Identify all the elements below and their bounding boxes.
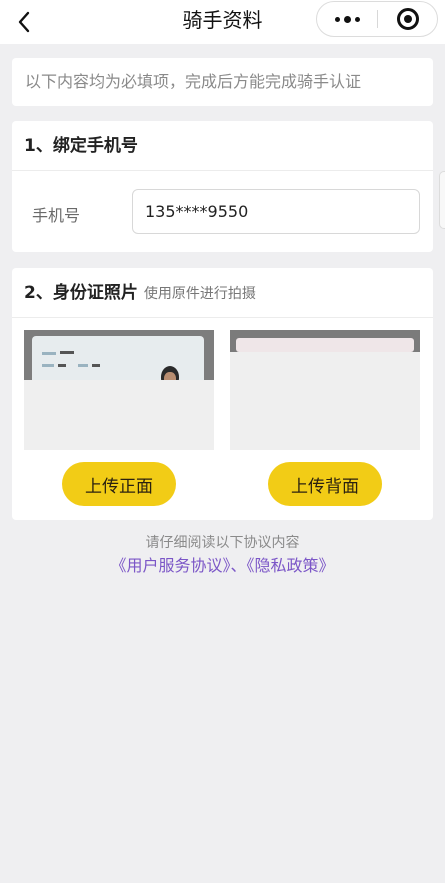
id-back-photo[interactable] bbox=[230, 330, 420, 450]
mini-program-capsule bbox=[316, 1, 438, 37]
id-section-title: 2、身份证照片 bbox=[24, 283, 138, 303]
upload-back-button[interactable]: 上传背面 bbox=[268, 462, 382, 506]
more-dots-icon bbox=[334, 15, 360, 23]
agreement-separator: 、 bbox=[230, 556, 247, 575]
agreement-note: 请仔细阅读以下协议内容 bbox=[145, 535, 300, 551]
side-drawer-handle[interactable] bbox=[439, 171, 445, 229]
phone-section: 1、绑定手机号 手机号 bbox=[12, 121, 433, 252]
more-button[interactable] bbox=[317, 2, 377, 36]
upload-front-button[interactable]: 上传正面 bbox=[62, 462, 176, 506]
id-photo-section: 2、身份证照片 使用原件进行拍摄 上传正面 上传背面 bbox=[12, 268, 433, 520]
user-service-agreement-link[interactable]: 《用户服务协议》 bbox=[110, 556, 230, 575]
close-button[interactable] bbox=[378, 2, 438, 36]
id-section-header: 2、身份证照片 使用原件进行拍摄 bbox=[12, 268, 433, 318]
privacy-policy-link[interactable]: 《隐私政策》 bbox=[247, 556, 335, 575]
target-circle-icon bbox=[397, 8, 419, 30]
id-section-hint: 使用原件进行拍摄 bbox=[143, 286, 256, 302]
phone-section-title: 1、绑定手机号 bbox=[12, 121, 433, 171]
required-notice: 以下内容均为必填项，完成后方能完成骑手认证 bbox=[12, 58, 433, 106]
agreement-links: 《用户服务协议》、《隐私政策》 bbox=[0, 554, 445, 578]
nav-bar: 骑手资料 bbox=[0, 0, 445, 44]
id-card-back-graphic bbox=[236, 338, 414, 352]
agreement-block: 请仔细阅读以下协议内容 《用户服务协议》、《隐私政策》 bbox=[0, 534, 445, 578]
id-front-photo[interactable] bbox=[24, 330, 214, 450]
phone-input[interactable] bbox=[132, 189, 420, 234]
phone-label: 手机号 bbox=[32, 206, 81, 225]
